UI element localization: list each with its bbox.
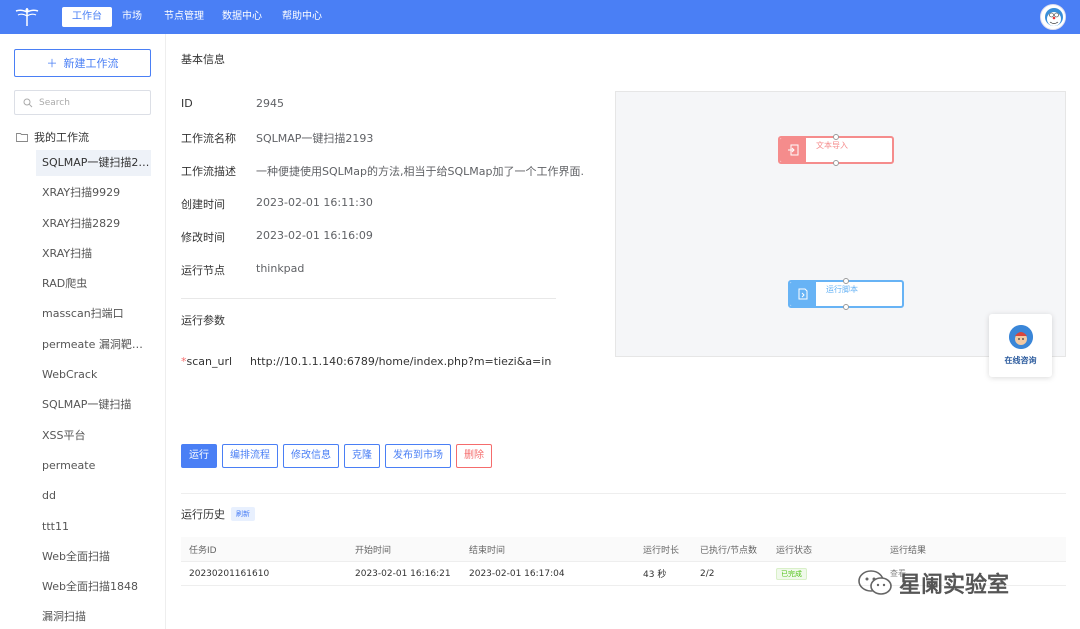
field-value-modified: 2023-02-01 16:16:09 xyxy=(256,229,373,242)
status-badge: 已完成 xyxy=(776,567,807,580)
edit-flow-button[interactable]: 编排流程 xyxy=(222,444,278,468)
nav-data-center[interactable]: 数据中心 xyxy=(212,7,272,27)
node-input-port[interactable] xyxy=(843,278,849,284)
delete-button[interactable]: 删除 xyxy=(456,444,492,468)
column-header: 已执行/节点数 xyxy=(700,545,758,556)
nav-market[interactable]: 市场 xyxy=(112,7,152,27)
new-workflow-button[interactable]: ＋ 新建工作流 xyxy=(14,49,151,77)
node-output-port[interactable] xyxy=(843,304,849,310)
field-value-description: 一种便捷使用SQLMap的方法,相当于给SQLMap加了一个工作界面. xyxy=(256,165,584,178)
folder-icon xyxy=(16,133,28,142)
consult-mascot-icon xyxy=(1008,325,1033,349)
field-value-name: SQLMAP一键扫描2193 xyxy=(256,132,374,145)
workflow-item[interactable]: XRAY扫描9929 xyxy=(36,178,151,208)
run-history-title: 运行历史 xyxy=(181,508,225,521)
workflow-sidebar: ＋ 新建工作流 Search 我的工作流 SQLMAP一键扫描2193 XRAY… xyxy=(0,34,166,629)
node-input-port[interactable] xyxy=(833,134,839,140)
field-value-created: 2023-02-01 16:11:30 xyxy=(256,196,373,209)
column-header: 运行时长 xyxy=(643,545,680,556)
progress-cell: 2/2 xyxy=(700,568,715,579)
field-label-run-node: 运行节点 xyxy=(181,264,225,277)
field-label-id: ID xyxy=(181,97,193,110)
refresh-button[interactable]: 刷新 xyxy=(231,507,255,521)
column-header: 开始时间 xyxy=(355,545,392,556)
workflow-item[interactable]: XRAY扫描2829 xyxy=(36,209,151,239)
node-output-port[interactable] xyxy=(833,160,839,166)
field-value-run-node: thinkpad xyxy=(256,262,305,275)
workflow-item[interactable]: dd xyxy=(36,481,151,511)
field-value-id: 2945 xyxy=(256,97,284,110)
workflow-item[interactable]: masscan扫端口 xyxy=(36,299,151,329)
workflow-item[interactable]: XSS平台 xyxy=(36,421,151,451)
flow-node-text-import[interactable]: 文本导入 xyxy=(778,134,894,166)
watermark: 星阑实验室 xyxy=(857,567,1009,599)
nav-workbench[interactable]: 工作台 xyxy=(62,7,112,27)
column-header: 结束时间 xyxy=(469,545,506,556)
column-header: 任务ID xyxy=(189,545,217,556)
param-name: scan_url xyxy=(186,355,233,368)
online-consult-widget[interactable]: 在线咨询 xyxy=(989,314,1052,377)
basic-info-title: 基本信息 xyxy=(181,53,225,66)
workflow-item[interactable]: WebCrack xyxy=(36,360,151,390)
search-placeholder: Search xyxy=(39,97,70,108)
search-icon xyxy=(23,98,33,107)
workflow-item[interactable]: 漏洞扫描 xyxy=(36,602,151,629)
edit-info-button[interactable]: 修改信息 xyxy=(283,444,339,468)
app-logo-icon[interactable] xyxy=(14,6,40,28)
user-avatar[interactable] xyxy=(1040,4,1066,30)
field-label-modified: 修改时间 xyxy=(181,231,225,244)
workflow-item[interactable]: Web全面扫描1848 xyxy=(36,572,151,602)
end-time-cell: 2023-02-01 16:17:04 xyxy=(469,568,565,579)
clone-button[interactable]: 克隆 xyxy=(344,444,380,468)
run-button[interactable]: 运行 xyxy=(181,444,217,468)
publish-button[interactable]: 发布到市场 xyxy=(385,444,451,468)
run-params-title: 运行参数 xyxy=(181,314,225,327)
run-history-header: 运行历史 刷新 xyxy=(181,506,255,522)
top-navigation-bar: 工作台 市场 节点管理 数据中心 帮助中心 xyxy=(0,0,1080,34)
field-label-description: 工作流描述 xyxy=(181,165,236,178)
workflow-item[interactable]: SQLMAP一键扫描 xyxy=(36,390,151,420)
workflow-item[interactable]: Web全面扫描 xyxy=(36,542,151,572)
plus-icon: ＋ xyxy=(46,57,58,70)
watermark-text: 星阑实验室 xyxy=(899,573,1010,598)
table-header: 任务ID 开始时间 结束时间 运行时长 已执行/节点数 运行状态 运行结果 xyxy=(181,537,1066,561)
task-id-cell: 20230201161610 xyxy=(189,568,270,579)
workflow-item[interactable]: ttt11 xyxy=(36,512,151,542)
consult-label: 在线咨询 xyxy=(1004,356,1037,365)
flow-node-run-script[interactable]: 运行脚本 xyxy=(788,278,904,310)
workflow-list: SQLMAP一键扫描2193 XRAY扫描9929 XRAY扫描2829 XRA… xyxy=(36,148,151,629)
workflow-item[interactable]: permeate xyxy=(36,451,151,481)
field-label-name: 工作流名称 xyxy=(181,132,236,145)
new-workflow-label: 新建工作流 xyxy=(63,57,119,70)
section-divider xyxy=(181,298,556,299)
action-buttons: 运行 编排流程 修改信息 克隆 发布到市场 删除 xyxy=(181,444,492,468)
node-label: 文本导入 xyxy=(816,141,848,150)
start-time-cell: 2023-02-01 16:16:21 xyxy=(355,568,451,579)
nav-node-management[interactable]: 节点管理 xyxy=(154,7,214,27)
workflow-item[interactable]: permeate 漏洞靶场扫描 xyxy=(36,330,151,360)
script-icon xyxy=(790,282,816,306)
scan-url-field[interactable]: http://10.1.1.140:6789/home/index.php?m=… xyxy=(250,355,552,368)
nav-help-center[interactable]: 帮助中心 xyxy=(272,7,332,27)
workflow-item[interactable]: SQLMAP一键扫描2193 xyxy=(36,150,151,176)
column-header: 运行结果 xyxy=(890,545,927,556)
import-icon xyxy=(780,138,806,162)
duration-cell: 43 秒 xyxy=(643,570,667,580)
param-label-scan-url: *scan_url xyxy=(181,355,232,368)
node-label: 运行脚本 xyxy=(826,285,858,294)
field-label-created: 创建时间 xyxy=(181,198,225,211)
workflow-item[interactable]: XRAY扫描 xyxy=(36,239,151,269)
tree-root-label: 我的工作流 xyxy=(34,131,89,144)
wechat-icon xyxy=(858,570,892,595)
workflow-tree-root[interactable]: 我的工作流 xyxy=(16,129,89,145)
column-header: 运行状态 xyxy=(776,545,813,556)
search-input[interactable]: Search xyxy=(14,90,151,115)
workflow-item[interactable]: RAD爬虫 xyxy=(36,269,151,299)
history-divider xyxy=(181,493,1066,494)
